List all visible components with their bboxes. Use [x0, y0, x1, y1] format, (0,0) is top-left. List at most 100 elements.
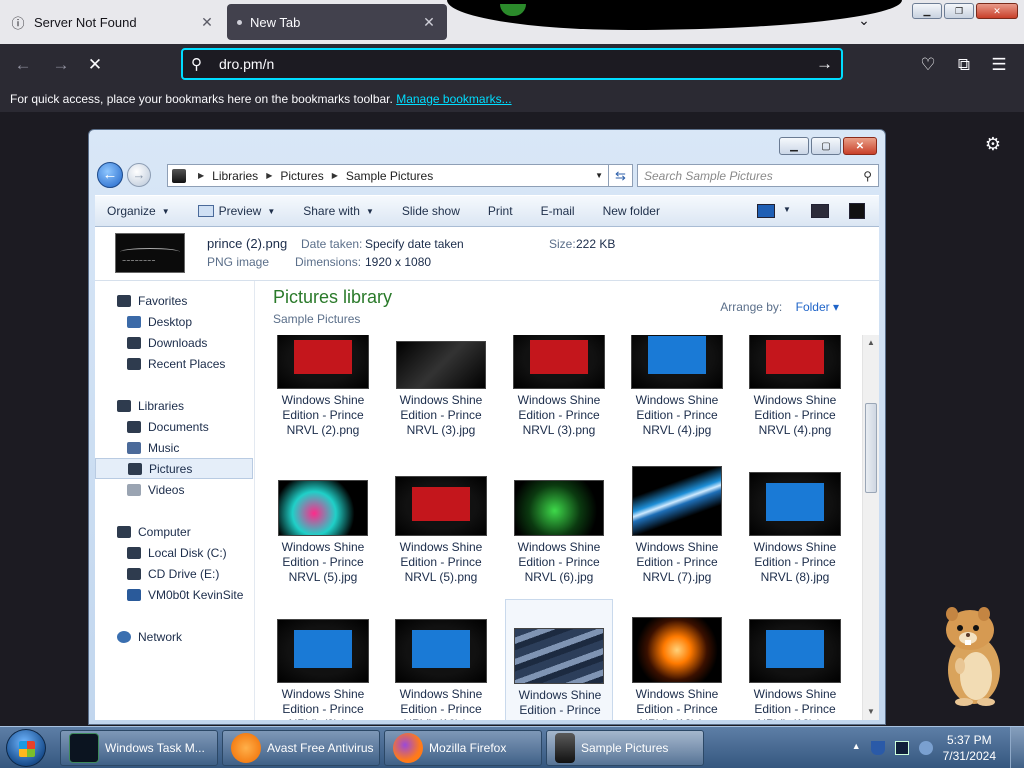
- dot-icon: [237, 19, 242, 25]
- show-hidden-icons-icon[interactable]: ▲: [852, 741, 861, 755]
- chevron-down-icon[interactable]: ▼: [595, 171, 603, 180]
- nav-recent-places[interactable]: Recent Places: [95, 353, 253, 374]
- chevron-down-icon[interactable]: ▼: [783, 205, 791, 214]
- file-name-label: Windows Shine Edition - Prince NRVL (4).jp…: [623, 393, 731, 438]
- file-name-label: Windows Shine Edition - Prince NRVL (7).jp…: [623, 540, 731, 585]
- file-item[interactable]: Windows ShineEdition - PrinceNRVL (12).j…: [623, 599, 731, 720]
- taskbar-item-task-manager[interactable]: Windows Task M...: [60, 730, 218, 766]
- file-item[interactable]: Windows Shine Edition - Prince NRVL (6).jp…: [505, 452, 613, 598]
- url-input[interactable]: dro.pm/n: [219, 56, 816, 72]
- nav-vm-site[interactable]: VM0b0t KevinSite: [95, 584, 253, 605]
- file-item[interactable]: Windows Shine Edition - Prince NRVL (4).jp…: [623, 335, 731, 451]
- chevron-right-icon[interactable]: ▶: [332, 171, 338, 180]
- pocket-icon[interactable]: ♡: [917, 54, 939, 76]
- organize-button[interactable]: Organize ▼: [107, 204, 170, 218]
- start-button[interactable]: [6, 729, 46, 767]
- close-icon[interactable]: ✕: [421, 14, 437, 31]
- hamburger-menu-icon[interactable]: ☰: [988, 54, 1010, 76]
- file-item[interactable]: Windows Shine Edition - Prince NRVL (7).jp…: [623, 452, 731, 598]
- nav-local-disk[interactable]: Local Disk (C:): [95, 542, 253, 563]
- file-item[interactable]: Windows Shine Edition - Prince NRVL (3).jp…: [387, 335, 495, 451]
- nav-libraries[interactable]: Libraries: [95, 395, 253, 416]
- stop-loading-icon[interactable]: ✕: [84, 54, 106, 76]
- search-input[interactable]: Search Sample Pictures ⚲: [637, 164, 879, 187]
- file-item[interactable]: Windows Shine Edition - Prince NRVL (3).pn…: [505, 335, 613, 451]
- email-button[interactable]: E-mail: [541, 204, 575, 218]
- nav-pictures[interactable]: Pictures: [95, 458, 253, 479]
- nav-documents[interactable]: Documents: [95, 416, 253, 437]
- file-item[interactable]: Windows Shine Edition - Prince NRVL (5).pn…: [387, 452, 495, 598]
- scroll-up-icon[interactable]: ▲: [863, 335, 879, 351]
- nav-music[interactable]: Music: [95, 437, 253, 458]
- file-item[interactable]: Windows Shine Edition - Prince NRVL (8).jp…: [741, 452, 849, 598]
- go-arrow-icon[interactable]: →: [816, 54, 833, 74]
- scroll-down-icon[interactable]: ▼: [863, 704, 879, 720]
- nav-cd-drive[interactable]: CD Drive (E:): [95, 563, 253, 584]
- close-icon[interactable]: ✕: [199, 14, 215, 31]
- arrange-dropdown[interactable]: Folder ▾: [796, 300, 839, 314]
- taskbar-item-sample-pictures[interactable]: Sample Pictures: [546, 730, 704, 766]
- nav-desktop[interactable]: Desktop: [95, 311, 253, 332]
- slide-show-button[interactable]: Slide show: [402, 204, 460, 218]
- file-name-label: Windows ShineEdition - PrinceNRVL (12).j…: [623, 687, 731, 720]
- file-item[interactable]: Windows ShineEdition - PrinceNRVL (10).j…: [387, 599, 495, 720]
- taskbar-item-firefox[interactable]: Mozilla Firefox: [384, 730, 542, 766]
- nav-downloads[interactable]: Downloads: [95, 332, 253, 353]
- new-folder-button[interactable]: New folder: [603, 204, 660, 218]
- forward-button[interactable]: →: [127, 163, 151, 187]
- hamster-mascot[interactable]: [938, 604, 1008, 708]
- breadcrumb-libraries[interactable]: Libraries: [212, 169, 258, 183]
- maximize-button[interactable]: ▢: [811, 137, 841, 155]
- breadcrumb-pictures[interactable]: Pictures: [280, 169, 323, 183]
- forward-arrow-icon[interactable]: →: [50, 54, 72, 76]
- back-button[interactable]: ←: [97, 162, 123, 188]
- shield-icon[interactable]: [870, 741, 885, 755]
- url-bar[interactable]: ⚲ dro.pm/n →: [181, 48, 843, 80]
- taskbar-item-label: Mozilla Firefox: [429, 741, 507, 755]
- file-item[interactable]: Windows ShineEdition - PrinceNRVL (13).j…: [741, 599, 849, 720]
- nav-videos[interactable]: Videos: [95, 479, 253, 500]
- network-status-icon[interactable]: [894, 741, 909, 755]
- change-view-icon[interactable]: [757, 204, 775, 218]
- gear-icon[interactable]: ⚙: [982, 134, 1004, 156]
- extensions-icon[interactable]: ⧉: [953, 54, 975, 76]
- nav-computer[interactable]: Computer: [95, 521, 253, 542]
- maximize-button[interactable]: ❐: [944, 3, 974, 19]
- file-item[interactable]: Windows Shine Edition - Prince NRVL (5).jp…: [269, 452, 377, 598]
- breadcrumb-sample-pictures[interactable]: Sample Pictures: [346, 169, 433, 183]
- date-taken-value[interactable]: Specify date taken: [365, 237, 464, 251]
- minimize-button[interactable]: ▁: [779, 137, 809, 155]
- file-item[interactable]: Windows Shine Edition - Prince NRVL (2).pn…: [269, 335, 377, 451]
- share-with-button[interactable]: Share with ▼: [303, 204, 374, 218]
- volume-icon[interactable]: [918, 741, 933, 755]
- help-icon[interactable]: [849, 203, 865, 219]
- close-window-button[interactable]: ✕: [976, 3, 1018, 19]
- taskbar-item-avast[interactable]: Avast Free Antivirus: [222, 730, 380, 766]
- refresh-icon[interactable]: ⇆: [609, 164, 633, 187]
- file-thumbnail: [632, 466, 722, 536]
- show-desktop-button[interactable]: [1010, 727, 1024, 768]
- chevron-right-icon[interactable]: ▶: [266, 171, 272, 180]
- list-all-tabs-icon[interactable]: ⌄: [852, 12, 876, 32]
- preview-button[interactable]: Preview ▼: [197, 204, 275, 218]
- back-arrow-icon[interactable]: ←: [12, 54, 34, 76]
- preview-pane-icon[interactable]: [811, 204, 829, 218]
- print-button[interactable]: Print: [488, 204, 513, 218]
- scrollbar-thumb[interactable]: [865, 403, 877, 493]
- tab-new-tab[interactable]: New Tab ✕: [227, 4, 447, 40]
- clock[interactable]: 5:37 PM 7/31/2024: [943, 732, 996, 764]
- close-button[interactable]: ✕: [843, 137, 877, 155]
- nav-favorites[interactable]: Favorites: [95, 290, 253, 311]
- file-item[interactable]: Windows ShineEdition - PrinceNRVL (11).j…: [505, 599, 613, 720]
- minimize-button[interactable]: ▁: [912, 3, 942, 19]
- file-item[interactable]: Windows ShineEdition - PrinceNRVL (9).jp…: [269, 599, 377, 720]
- breadcrumb[interactable]: ▶ Libraries ▶ Pictures ▶ Sample Pictures…: [167, 164, 609, 187]
- arrange-label: Arrange by:: [720, 300, 783, 314]
- vertical-scrollbar[interactable]: ▲ ▼: [862, 335, 879, 720]
- manage-bookmarks-link[interactable]: Manage bookmarks...: [396, 92, 511, 106]
- search-icon[interactable]: ⚲: [863, 169, 872, 183]
- chevron-right-icon[interactable]: ▶: [198, 171, 204, 180]
- tab-server-not-found[interactable]: ⓘ Server Not Found ✕: [0, 4, 225, 40]
- file-item[interactable]: Windows Shine Edition - Prince NRVL (4).pn…: [741, 335, 849, 451]
- nav-network[interactable]: Network: [95, 626, 253, 647]
